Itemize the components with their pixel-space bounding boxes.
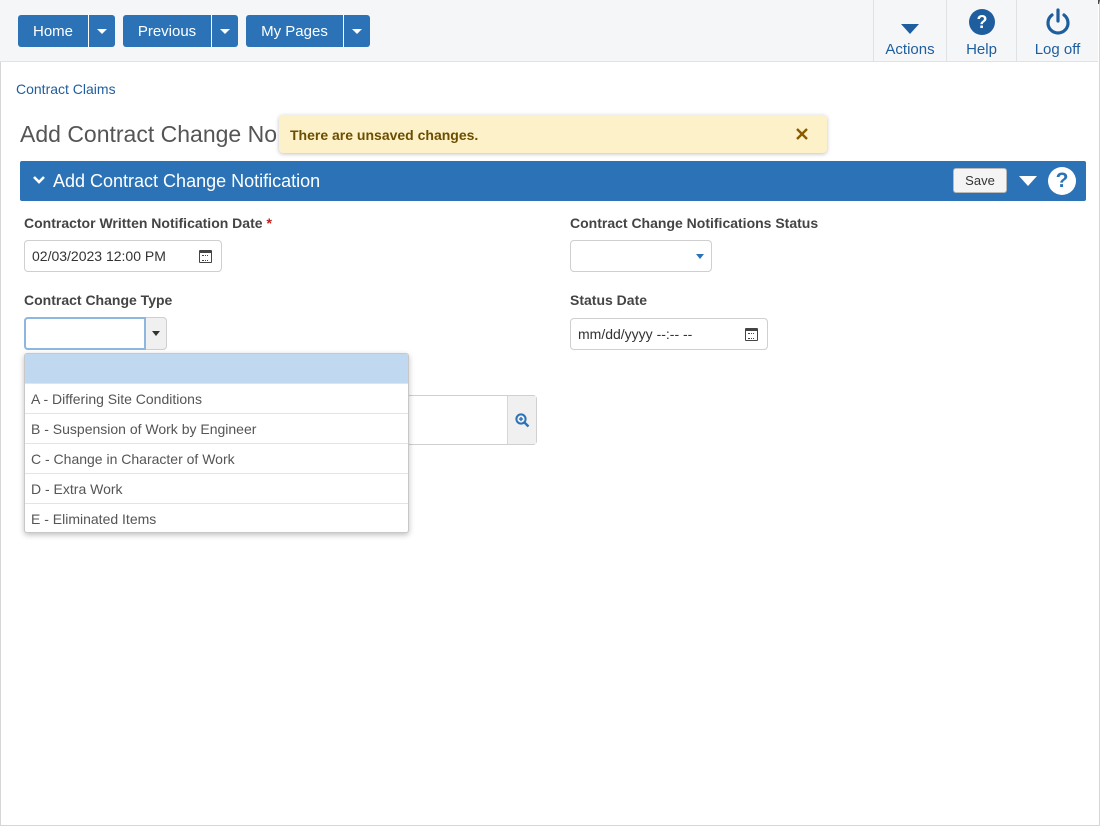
calendar-icon[interactable]: [199, 250, 212, 263]
help-label: Help: [966, 41, 997, 58]
log-off-menu[interactable]: Log off: [1016, 0, 1098, 62]
save-button[interactable]: Save: [953, 168, 1007, 193]
dropdown-option-c[interactable]: C - Change in Character of Work: [25, 444, 408, 474]
actions-label: Actions: [885, 41, 935, 58]
home-button[interactable]: Home: [18, 15, 88, 47]
required-marker: *: [266, 215, 272, 231]
notification-date-label: Contractor Written Notification Date *: [24, 215, 272, 231]
home-dropdown-chevron-down-icon[interactable]: [88, 15, 114, 47]
my-pages-button-group: My Pages: [246, 15, 370, 47]
actions-menu[interactable]: Actions: [873, 0, 946, 62]
panel-actions-caret-icon[interactable]: [1019, 176, 1037, 186]
status-date-field[interactable]: mm/dd/yyyy --:-- --: [570, 318, 768, 350]
home-button-group: Home: [18, 15, 115, 47]
chevron-down-icon[interactable]: [32, 173, 46, 192]
page-title: Add Contract Change No: [20, 121, 277, 147]
caret-down-icon: [900, 4, 920, 36]
close-icon[interactable]: [794, 126, 810, 142]
notification-date-value: 02/03/2023 12:00 PM: [32, 248, 166, 264]
dropdown-option-d[interactable]: D - Extra Work: [25, 474, 408, 504]
status-date-label: Status Date: [570, 292, 648, 308]
dropdown-option-e[interactable]: E - Eliminated Items: [25, 504, 408, 532]
help-icon: ?: [968, 4, 996, 36]
help-menu[interactable]: ? Help: [946, 0, 1016, 62]
panel-title[interactable]: Add Contract Change Notification: [53, 171, 320, 192]
dropdown-option-b[interactable]: B - Suspension of Work by Engineer: [25, 414, 408, 444]
chevron-down-icon[interactable]: [146, 318, 166, 349]
my-pages-button[interactable]: My Pages: [246, 15, 343, 47]
unsaved-changes-toast: There are unsaved changes.: [279, 115, 827, 153]
previous-dropdown-chevron-down-icon[interactable]: [211, 15, 237, 47]
status-date-placeholder: mm/dd/yyyy --:-- --: [578, 326, 693, 342]
calendar-icon[interactable]: [745, 328, 758, 341]
zoom-search-icon[interactable]: [507, 396, 536, 444]
svg-text:?: ?: [976, 12, 987, 32]
change-type-input[interactable]: [24, 317, 146, 350]
top-toolbar: Home Previous My Pages Actions ? Help Lo…: [0, 0, 1098, 62]
change-type-label: Contract Change Type: [24, 292, 173, 308]
status-select[interactable]: [570, 240, 712, 272]
dropdown-option-blank[interactable]: [25, 354, 408, 384]
chevron-down-icon[interactable]: [689, 241, 711, 271]
panel-header: Add Contract Change Notification Save ?: [20, 161, 1086, 201]
previous-button-group: Previous: [123, 15, 238, 47]
change-type-dropdown-list: A - Differing Site Conditions B - Suspen…: [24, 353, 409, 533]
notification-date-label-text: Contractor Written Notification Date: [24, 215, 263, 231]
change-type-select[interactable]: [24, 317, 167, 350]
toast-message: There are unsaved changes.: [290, 127, 479, 143]
panel-help-icon[interactable]: ?: [1048, 167, 1076, 195]
previous-button[interactable]: Previous: [123, 15, 211, 47]
notification-date-field[interactable]: 02/03/2023 12:00 PM: [24, 240, 222, 272]
lookup-field[interactable]: [400, 395, 537, 445]
dropdown-option-a[interactable]: A - Differing Site Conditions: [25, 384, 408, 414]
log-off-label: Log off: [1034, 41, 1081, 58]
status-label: Contract Change Notifications Status: [570, 215, 819, 231]
breadcrumb[interactable]: Contract Claims: [16, 81, 116, 97]
my-pages-dropdown-chevron-down-icon[interactable]: [343, 15, 369, 47]
power-icon: [1044, 4, 1072, 36]
